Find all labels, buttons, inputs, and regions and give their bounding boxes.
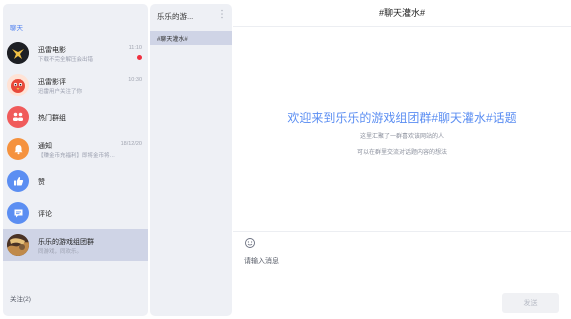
conversation-item-comments[interactable]: 评论 (3, 197, 148, 229)
conversation-preview: 同游戏，同欢乐。 (38, 249, 83, 255)
conversation-preview: 下载不完全解压会出错 (38, 57, 94, 63)
conversation-time: 11:10 (128, 45, 142, 51)
thunder-review-avatar (7, 74, 29, 96)
thumb-up-icon (7, 170, 29, 192)
comment-icon (7, 202, 29, 224)
conversation-item-thunder-review[interactable]: 迅雷影评 迅雷用户关注了你 10:30 (3, 69, 148, 101)
send-button[interactable]: 发送 (502, 293, 559, 313)
conversation-title: 乐乐的游戏组团群 (38, 239, 94, 246)
channel-panel: 乐乐的游... #聊天灌水# (150, 4, 232, 316)
composer-divider (233, 231, 571, 232)
conversation-time: 10:30 (128, 77, 142, 83)
conversation-title: 迅雷电影 (38, 47, 66, 54)
chat-title: #聊天灌水# (378, 8, 425, 18)
app-window: 聊天 迅雷电影 下载不完全解压会出错 11:10 迅雷影评 迅雷用户关注了你 1… (0, 0, 571, 319)
conversation-time: 18/12/20 (120, 141, 142, 147)
conversation-item-thunder-movie[interactable]: 迅雷电影 下载不完全解压会出错 11:10 (3, 37, 148, 69)
conversation-preview: 迅雷用户关注了你 (38, 89, 83, 95)
conversation-title: 热门群组 (38, 115, 66, 122)
game-group-avatar (7, 234, 29, 256)
emoji-icon[interactable] (244, 237, 256, 249)
thunder-movie-avatar (7, 42, 29, 64)
welcome-description-1: 这里汇聚了一群喜欢该网站的人 (359, 134, 444, 140)
conversation-item-hot-groups[interactable]: 热门群组 (3, 101, 148, 133)
group-icon (7, 106, 29, 128)
topic-item-chat[interactable]: #聊天灌水# (150, 31, 232, 45)
conversation-title: 通知 (38, 143, 52, 150)
conversation-item-game-group[interactable]: 乐乐的游戏组团群 同游戏，同欢乐。 (3, 229, 148, 261)
unread-dot (137, 55, 142, 60)
conversation-item-likes[interactable]: 赞 (3, 165, 148, 197)
follow-count-link[interactable]: 关注(2) (10, 293, 31, 303)
bird-icon (7, 74, 29, 96)
thunder-logo-icon (7, 42, 29, 64)
conversation-title: 评论 (38, 211, 52, 218)
channel-name: 乐乐的游... (157, 12, 194, 21)
welcome-description-2: 可以在群里交流对话题内容的想法 (356, 150, 447, 156)
welcome-title: 欢迎来到乐乐的游戏组团群#聊天灌水#话题 (287, 111, 517, 125)
message-input[interactable] (244, 255, 544, 267)
topic-label: #聊天灌水# (157, 37, 188, 43)
conversation-item-notifications[interactable]: 通知 【赚金币充福利】即将金币将… 18/12/20 (3, 133, 148, 165)
game-group-photo-icon (7, 234, 29, 256)
header-divider (233, 26, 571, 27)
section-label-chat: 聊天 (10, 25, 23, 32)
conversation-title: 迅雷影评 (38, 79, 66, 86)
chat-panel: #聊天灌水# 欢迎来到乐乐的游戏组团群#聊天灌水#话题 这里汇聚了一群喜欢该网站… (233, 0, 571, 319)
conversation-sidebar: 聊天 迅雷电影 下载不完全解压会出错 11:10 迅雷影评 迅雷用户关注了你 1… (3, 4, 148, 316)
conversation-title: 赞 (38, 179, 45, 186)
bell-icon (7, 138, 29, 160)
more-menu-icon[interactable] (220, 9, 224, 19)
conversation-preview: 【赚金币充福利】即将金币将… (38, 153, 116, 159)
